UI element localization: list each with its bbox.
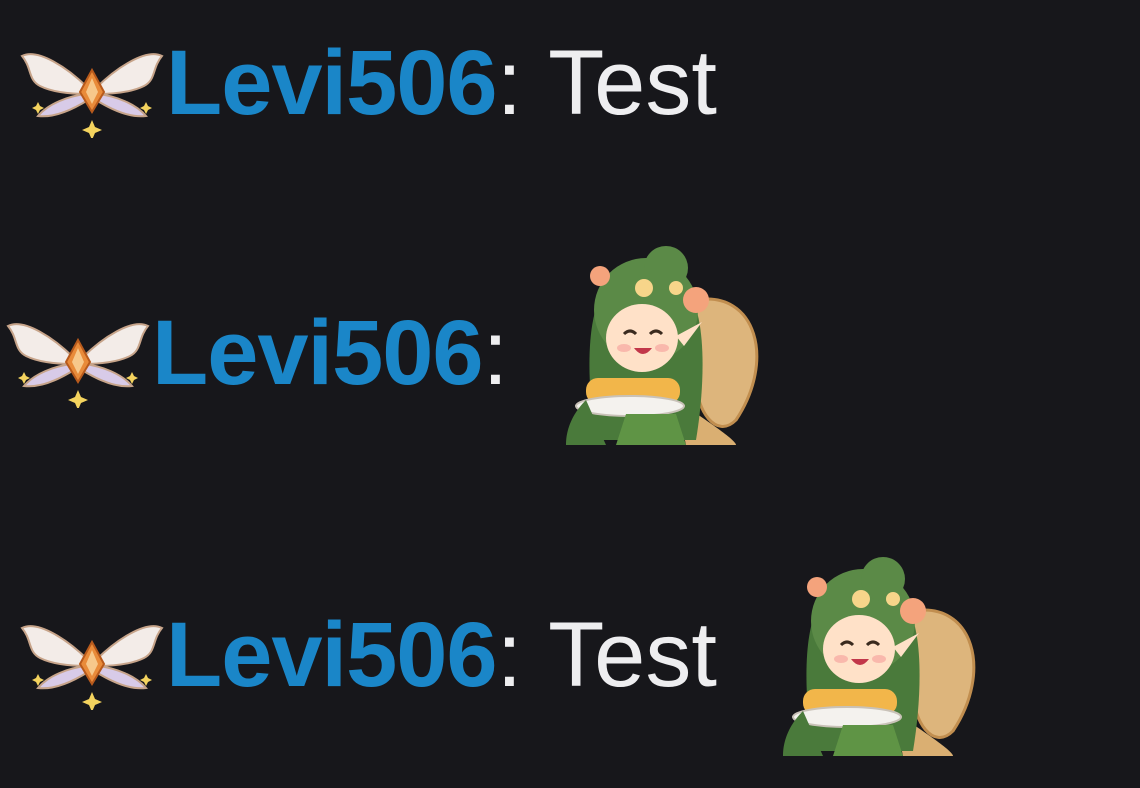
chat-message: Levi506 : Test bbox=[18, 8, 717, 158]
message-text: Test bbox=[548, 32, 717, 134]
winged-gem-badge-icon[interactable] bbox=[18, 28, 166, 138]
chat-message: Levi506 : Test bbox=[18, 580, 983, 730]
winged-gem-badge-icon[interactable] bbox=[4, 298, 152, 408]
separator: : bbox=[496, 32, 523, 134]
chat-message: Levi506 : bbox=[4, 278, 766, 428]
separator: : bbox=[482, 302, 509, 404]
message-text: Test bbox=[548, 604, 717, 706]
fairy-eating-cake-emote-icon[interactable] bbox=[546, 230, 766, 450]
winged-gem-badge-icon[interactable] bbox=[18, 600, 166, 710]
username[interactable]: Levi506 bbox=[166, 37, 498, 129]
username[interactable]: Levi506 bbox=[166, 609, 498, 701]
fairy-eating-cake-emote-icon[interactable] bbox=[763, 541, 983, 761]
separator: : bbox=[496, 604, 523, 706]
username[interactable]: Levi506 bbox=[152, 307, 484, 399]
